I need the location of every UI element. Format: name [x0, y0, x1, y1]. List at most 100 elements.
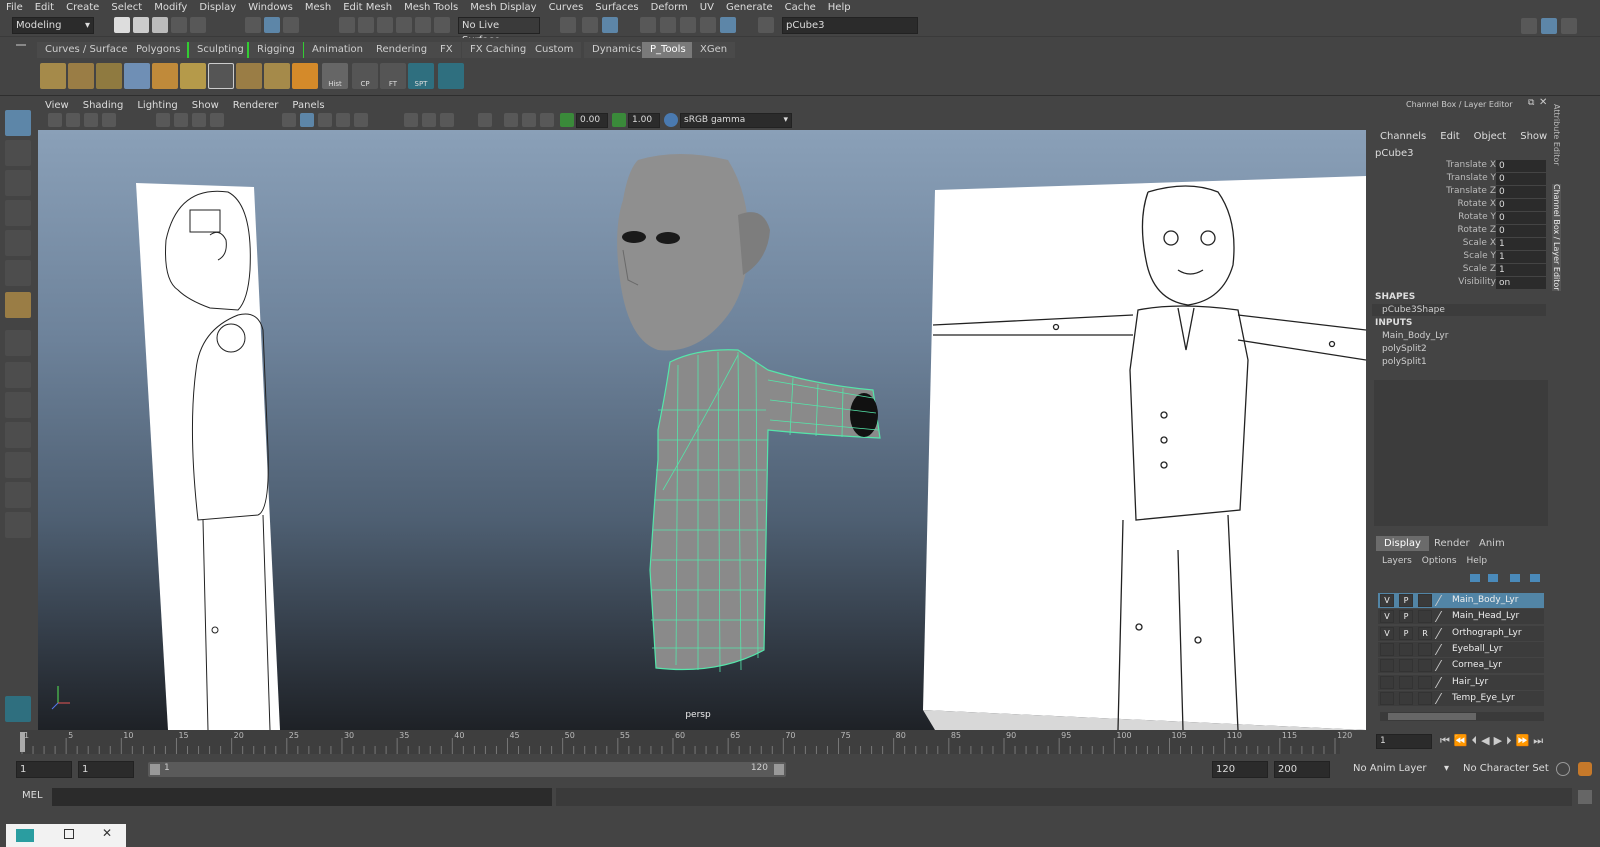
- shelf-tab[interactable]: FX Caching: [462, 42, 535, 58]
- shelf-tab[interactable]: Animation: [304, 42, 371, 58]
- shelf-tab[interactable]: FX: [432, 42, 461, 58]
- shelf-tab[interactable]: Custom: [527, 42, 582, 58]
- center-pivot-icon[interactable]: CP: [352, 63, 378, 89]
- layer-row[interactable]: Cornea_Lyr: [1378, 658, 1544, 674]
- layer-color-icon[interactable]: [1434, 660, 1453, 672]
- menu-windows[interactable]: Windows: [242, 2, 299, 13]
- attribute-value[interactable]: 0: [1496, 173, 1546, 185]
- layer-row[interactable]: V P Main_Head_Lyr: [1378, 609, 1544, 625]
- shelf-tab-active[interactable]: P_Tools: [642, 42, 694, 58]
- shelf-tool-icon[interactable]: [264, 63, 290, 89]
- layer-color-icon[interactable]: [1434, 611, 1453, 623]
- input-item[interactable]: Main_Body_Lyr: [1382, 331, 1448, 341]
- shelf-tool-icon[interactable]: [96, 63, 122, 89]
- freeze-transform-icon[interactable]: FT: [380, 63, 406, 89]
- undo-icon[interactable]: [171, 17, 187, 33]
- shelf-tab[interactable]: Rigging: [247, 42, 305, 58]
- layer-row[interactable]: Eyeball_Lyr: [1378, 641, 1544, 657]
- input-ops-icon[interactable]: [560, 17, 576, 33]
- gate-mask-icon[interactable]: [210, 113, 224, 127]
- shelf-tool-icon[interactable]: [236, 63, 262, 89]
- shelf-tab[interactable]: Polygons: [128, 42, 189, 58]
- xray-joints-icon[interactable]: [522, 113, 536, 127]
- layer-toggle-r[interactable]: R: [1418, 626, 1432, 640]
- snap-point-icon[interactable]: [377, 17, 393, 33]
- float-icon[interactable]: ⧉: [1528, 98, 1534, 108]
- menu-cache[interactable]: Cache: [779, 2, 822, 13]
- shelf-tool-icon[interactable]: [124, 63, 150, 89]
- layer-scrollbar[interactable]: [1380, 712, 1544, 721]
- layout-toolbox-icon[interactable]: [1561, 18, 1577, 34]
- new-layer-icon[interactable]: [1510, 574, 1520, 582]
- redo-icon[interactable]: [190, 17, 206, 33]
- live-surface-field[interactable]: No Live Surface: [458, 17, 540, 46]
- shelf-tool-icon[interactable]: [68, 63, 94, 89]
- layer-color-icon[interactable]: [1434, 692, 1453, 704]
- layer-toggle-r[interactable]: [1418, 594, 1432, 607]
- attribute-row[interactable]: Scale Z1: [1368, 264, 1548, 277]
- play-back-icon[interactable]: ◀: [1481, 734, 1489, 748]
- paint-select-icon[interactable]: [5, 170, 31, 196]
- attribute-value[interactable]: on: [1496, 277, 1546, 289]
- shelf-tab[interactable]: Curves / Surfaces: [37, 42, 141, 58]
- layer-toggle-r[interactable]: [1418, 642, 1432, 656]
- anim-layer-dropdown[interactable]: No Anim Layer ▾: [1350, 761, 1452, 778]
- four-view-icon[interactable]: [5, 362, 31, 388]
- construction-history-icon[interactable]: [602, 17, 618, 33]
- textured-icon[interactable]: [336, 113, 350, 127]
- viewport-menu-lighting[interactable]: Lighting: [130, 100, 184, 111]
- layer-toggle-v[interactable]: V: [1380, 626, 1394, 640]
- menu-uv[interactable]: UV: [694, 2, 720, 13]
- shadows-icon[interactable]: [404, 113, 418, 127]
- layer-toggle-p[interactable]: [1399, 675, 1413, 689]
- attribute-value[interactable]: 1: [1496, 264, 1546, 276]
- attribute-row[interactable]: Scale X1: [1368, 238, 1548, 251]
- attribute-row[interactable]: Translate Y0: [1368, 173, 1548, 186]
- hypershade-icon[interactable]: [720, 17, 736, 33]
- attribute-editor-tab[interactable]: Attribute Editor: [1552, 104, 1561, 166]
- snap-surface-icon[interactable]: [415, 17, 431, 33]
- select-object-icon[interactable]: [264, 17, 280, 33]
- shape-item[interactable]: pCube3Shape: [1372, 304, 1546, 316]
- menu-edit-mesh[interactable]: Edit Mesh: [337, 2, 398, 13]
- layout-icon[interactable]: [5, 482, 31, 508]
- layer-toggle-p[interactable]: P: [1399, 626, 1413, 640]
- go-end-icon[interactable]: ⏭: [1533, 734, 1543, 748]
- layer-toggle-v[interactable]: [1380, 659, 1394, 673]
- layer-tab-anim[interactable]: Anim: [1471, 536, 1513, 551]
- snap-grid-icon[interactable]: [339, 17, 355, 33]
- menu-select[interactable]: Select: [105, 2, 148, 13]
- shelf-tool-icon[interactable]: [208, 63, 234, 89]
- last-tool-icon[interactable]: [5, 292, 31, 318]
- layer-toggle-v[interactable]: [1380, 642, 1394, 656]
- viewport-menu-renderer[interactable]: Renderer: [226, 100, 286, 111]
- range-handle-end[interactable]: [774, 764, 784, 775]
- ao-icon[interactable]: [422, 113, 436, 127]
- maya-window-icon[interactable]: [16, 829, 34, 842]
- layout-preset-icon[interactable]: [1521, 18, 1537, 34]
- select-tool-icon[interactable]: [5, 110, 31, 136]
- attribute-value[interactable]: 0: [1496, 212, 1546, 224]
- preferences-icon[interactable]: [1578, 762, 1592, 776]
- menu-mesh-tools[interactable]: Mesh Tools: [398, 2, 464, 13]
- time-slider[interactable]: 1 5 10 15 20 25 30 35 40 45 50 55 60 65 70 75 80 85 90 95 10…: [0, 730, 1600, 754]
- mode-dropdown[interactable]: Modeling ▾: [12, 17, 94, 34]
- ipr-render-icon[interactable]: [680, 17, 696, 33]
- step-forward-key-icon[interactable]: ⏩: [1516, 734, 1530, 748]
- current-frame-field[interactable]: 1: [1376, 734, 1432, 749]
- object-name-field[interactable]: pCube3: [782, 17, 918, 34]
- layer-tab-render[interactable]: Render: [1426, 536, 1478, 551]
- smooth-shade-icon[interactable]: [300, 113, 314, 127]
- image-plane-icon[interactable]: [102, 113, 116, 127]
- layer-color-icon[interactable]: [1434, 627, 1453, 639]
- move-tool-icon[interactable]: [5, 200, 31, 226]
- menu-deform[interactable]: Deform: [645, 2, 694, 13]
- layer-toggle-v[interactable]: V: [1380, 610, 1394, 624]
- maya-logo-icon[interactable]: SPT: [408, 63, 434, 89]
- lasso-tool-icon[interactable]: [5, 140, 31, 166]
- shelf-tab[interactable]: Dynamics: [584, 42, 650, 58]
- layer-row[interactable]: Hair_Lyr: [1378, 674, 1544, 690]
- save-scene-icon[interactable]: [152, 17, 168, 33]
- play-forward-icon[interactable]: ▶: [1494, 734, 1502, 748]
- end-time-field[interactable]: 200: [1274, 761, 1330, 778]
